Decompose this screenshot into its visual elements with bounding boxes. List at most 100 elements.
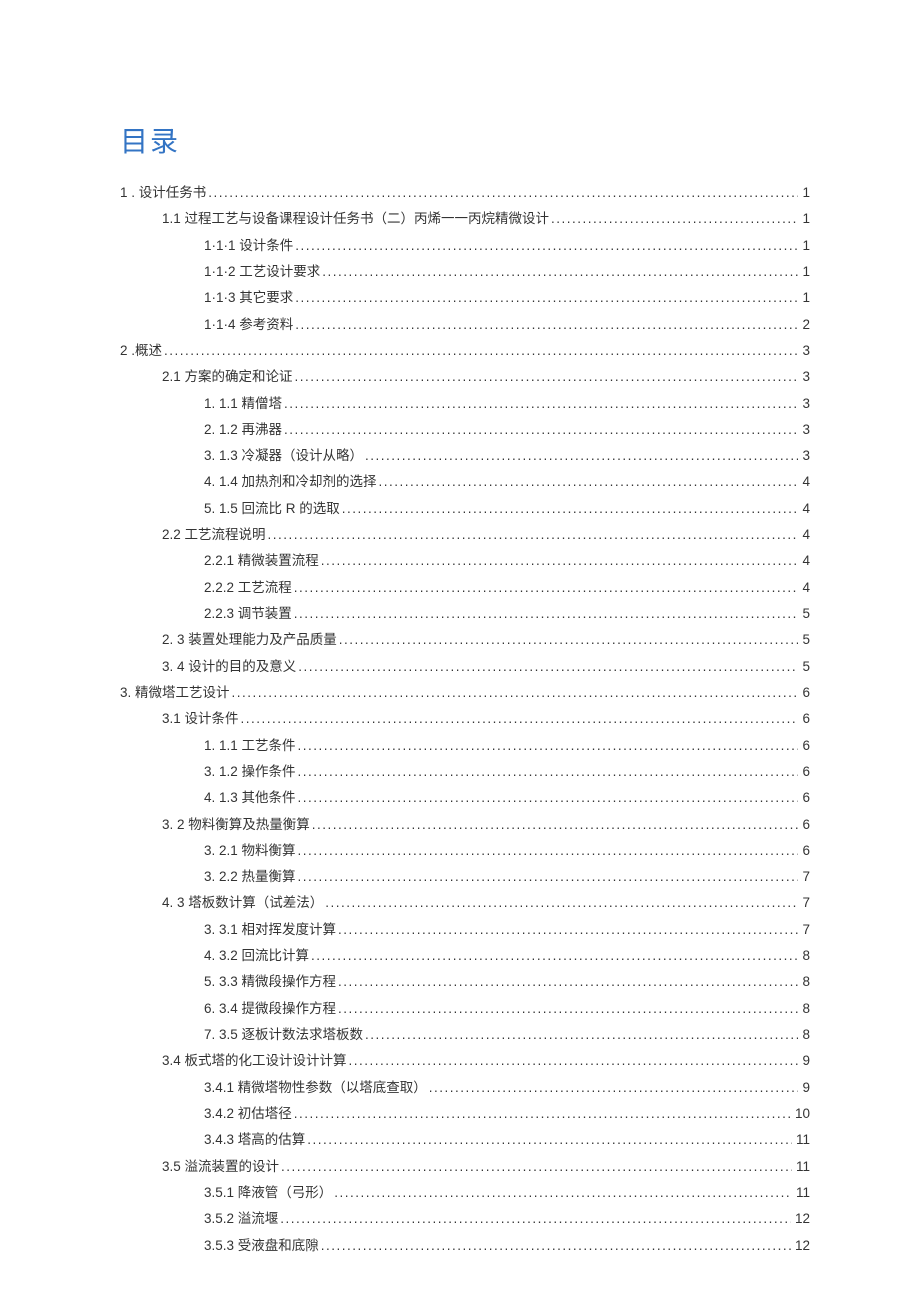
toc-entry[interactable]: 2 .概述3 xyxy=(120,338,810,364)
toc-entry[interactable]: 1·1·3 其它要求 1 xyxy=(120,285,810,311)
toc-leader-dots xyxy=(551,206,798,232)
toc-entry-label: 1.1 过程工艺与设备课程设计任务书（二）丙烯一一丙烷精微设计 xyxy=(162,206,549,232)
toc-entry-page: 4 xyxy=(800,575,810,601)
toc-leader-dots xyxy=(349,1048,799,1074)
toc-entry[interactable]: 2. 3 装置处理能力及产品质量 5 xyxy=(120,627,810,653)
toc-leader-dots xyxy=(365,443,798,469)
toc-leader-dots xyxy=(321,1233,791,1259)
toc-entry-label: 3.4 板式塔的化工设计设计计算 xyxy=(162,1048,347,1074)
toc-entry-page: 5 xyxy=(800,627,810,653)
toc-leader-dots xyxy=(284,391,798,417)
toc-entry[interactable]: 2.2 工艺流程说明 4 xyxy=(120,522,810,548)
toc-entry[interactable]: 3.4.3 塔高的估算 11 xyxy=(120,1127,810,1153)
toc-entry[interactable]: 3. 1.3 冷凝器（设计从略） 3 xyxy=(120,443,810,469)
toc-entry[interactable]: 7. 3.5 逐板计数法求塔板数 8 xyxy=(120,1022,810,1048)
toc-entry[interactable]: 3.5.2 溢流堰 12 xyxy=(120,1206,810,1232)
toc-entry-page: 11 xyxy=(794,1180,810,1206)
toc-leader-dots xyxy=(298,838,799,864)
toc-entry[interactable]: 1·1·2 工艺设计要求 1 xyxy=(120,259,810,285)
toc-entry-page: 7 xyxy=(800,917,810,943)
toc-entry-page: 6 xyxy=(800,733,810,759)
toc-entry[interactable]: 3. 2 物料衡算及热量衡算 6 xyxy=(120,812,810,838)
toc-entry[interactable]: 3.1 设计条件 6 xyxy=(120,706,810,732)
toc-entry-label: 1·1·4 参考资料 xyxy=(204,312,293,338)
toc-leader-dots xyxy=(298,785,799,811)
toc-entry[interactable]: 2.2.2 工艺流程 4 xyxy=(120,575,810,601)
toc-entry[interactable]: 1. 1.1 精僧塔 3 xyxy=(120,391,810,417)
toc-entry-page: 9 xyxy=(800,1075,810,1101)
toc-leader-dots xyxy=(268,522,799,548)
toc-entry-page: 8 xyxy=(800,969,810,995)
toc-leader-dots xyxy=(298,759,799,785)
toc-entry[interactable]: 3.4.2 初估塔径 10 xyxy=(120,1101,810,1127)
toc-entry[interactable]: 2.2.1 精微装置流程 4 xyxy=(120,548,810,574)
toc-entry-label: 3.4.2 初估塔径 xyxy=(204,1101,292,1127)
toc-entry[interactable]: 1·1·1 设计条件 1 xyxy=(120,233,810,259)
toc-leader-dots xyxy=(208,180,798,206)
toc-leader-dots xyxy=(342,496,799,522)
toc-entry-label: 3. 2.1 物料衡算 xyxy=(204,838,296,864)
toc-entry-label: 4. 1.4 加热剂和冷却剂的选择 xyxy=(204,469,377,495)
toc-entry[interactable]: 3. 3.1 相对挥发度计算 7 xyxy=(120,917,810,943)
toc-entry[interactable]: 1 . 设计任务书1 xyxy=(120,180,810,206)
toc-entry-label: 3. 4 设计的目的及意义 xyxy=(162,654,296,680)
toc-leader-dots xyxy=(232,680,799,706)
toc-entry[interactable]: 4. 3.2 回流比计算 8 xyxy=(120,943,810,969)
toc-leader-dots xyxy=(307,1127,792,1153)
toc-entry-label: 3.5.3 受液盘和底隙 xyxy=(204,1233,319,1259)
toc-entry-label: 1·1·2 工艺设计要求 xyxy=(204,259,320,285)
toc-entry-label: 4. 3.2 回流比计算 xyxy=(204,943,309,969)
toc-entry[interactable]: 3.5.3 受液盘和底隙 12 xyxy=(120,1233,810,1259)
toc-entry[interactable]: 6. 3.4 提微段操作方程 8 xyxy=(120,996,810,1022)
toc-entry[interactable]: 4. 3 塔板数计算（试差法） 7 xyxy=(120,890,810,916)
toc-leader-dots xyxy=(311,943,798,969)
toc-entry[interactable]: 3.5.1 降液管（弓形） 11 xyxy=(120,1180,810,1206)
toc-entry[interactable]: 1·1·4 参考资料 2 xyxy=(120,312,810,338)
toc-leader-dots xyxy=(334,1180,792,1206)
toc-entry-label: 3. 1.3 冷凝器（设计从略） xyxy=(204,443,363,469)
toc-entry[interactable]: 1. 1.1 工艺条件 6 xyxy=(120,733,810,759)
toc-entry-label: 3.4.1 精微塔物性参数（以塔底查取） xyxy=(204,1075,427,1101)
toc-entry-label: 2.2.1 精微装置流程 xyxy=(204,548,319,574)
toc-entry-label: 2.2.3 调节装置 xyxy=(204,601,292,627)
toc-entry-page: 6 xyxy=(800,838,810,864)
toc-entry[interactable]: 4. 1.4 加热剂和冷却剂的选择 4 xyxy=(120,469,810,495)
toc-entry[interactable]: 3.5 溢流装置的设计 11 xyxy=(120,1154,810,1180)
toc-leader-dots xyxy=(338,996,798,1022)
toc-entry[interactable]: 4. 1.3 其他条件 6 xyxy=(120,785,810,811)
toc-entry-label: 7. 3.5 逐板计数法求塔板数 xyxy=(204,1022,363,1048)
toc-entry[interactable]: 3. 2.1 物料衡算 6 xyxy=(120,838,810,864)
toc-leader-dots xyxy=(281,1154,792,1180)
toc-entry-page: 8 xyxy=(800,1022,810,1048)
toc-entry-page: 5 xyxy=(800,654,810,680)
toc-entry-page: 5 xyxy=(800,601,810,627)
toc-entry[interactable]: 3. 1.2 操作条件 6 xyxy=(120,759,810,785)
toc-leader-dots xyxy=(164,338,798,364)
toc-entry[interactable]: 5. 3.3 精微段操作方程 8 xyxy=(120,969,810,995)
toc-entry-page: 4 xyxy=(800,522,810,548)
toc-entry-label: 2.2.2 工艺流程 xyxy=(204,575,292,601)
toc-entry[interactable]: 3. 2.2 热量衡算 7 xyxy=(120,864,810,890)
toc-entry[interactable]: 3. 精微塔工艺设计6 xyxy=(120,680,810,706)
toc-entry[interactable]: 3.4.1 精微塔物性参数（以塔底查取） 9 xyxy=(120,1075,810,1101)
toc-entry-page: 1 xyxy=(800,206,810,232)
toc-entry-page: 7 xyxy=(800,864,810,890)
toc-entry[interactable]: 5. 1.5 回流比 R 的选取 4 xyxy=(120,496,810,522)
toc-entry[interactable]: 2.1 方案的确定和论证 3 xyxy=(120,364,810,390)
toc-leader-dots xyxy=(298,864,799,890)
toc-entry[interactable]: 3.4 板式塔的化工设计设计计算 9 xyxy=(120,1048,810,1074)
toc-leader-dots xyxy=(295,285,798,311)
toc-leader-dots xyxy=(295,233,798,259)
toc-entry[interactable]: 2. 1.2 再沸器 3 xyxy=(120,417,810,443)
toc-leader-dots xyxy=(298,733,799,759)
toc-entry-label: 1. 1.1 精僧塔 xyxy=(204,391,282,417)
toc-entry[interactable]: 1.1 过程工艺与设备课程设计任务书（二）丙烯一一丙烷精微设计 1 xyxy=(120,206,810,232)
toc-entry[interactable]: 2.2.3 调节装置 5 xyxy=(120,601,810,627)
toc-leader-dots xyxy=(294,575,799,601)
toc-entry-label: 6. 3.4 提微段操作方程 xyxy=(204,996,336,1022)
toc-entry-page: 3 xyxy=(800,338,810,364)
toc-entry[interactable]: 3. 4 设计的目的及意义 5 xyxy=(120,654,810,680)
toc-entry-page: 12 xyxy=(793,1206,810,1232)
toc-entry-page: 6 xyxy=(800,759,810,785)
toc-entry-page: 8 xyxy=(800,943,810,969)
